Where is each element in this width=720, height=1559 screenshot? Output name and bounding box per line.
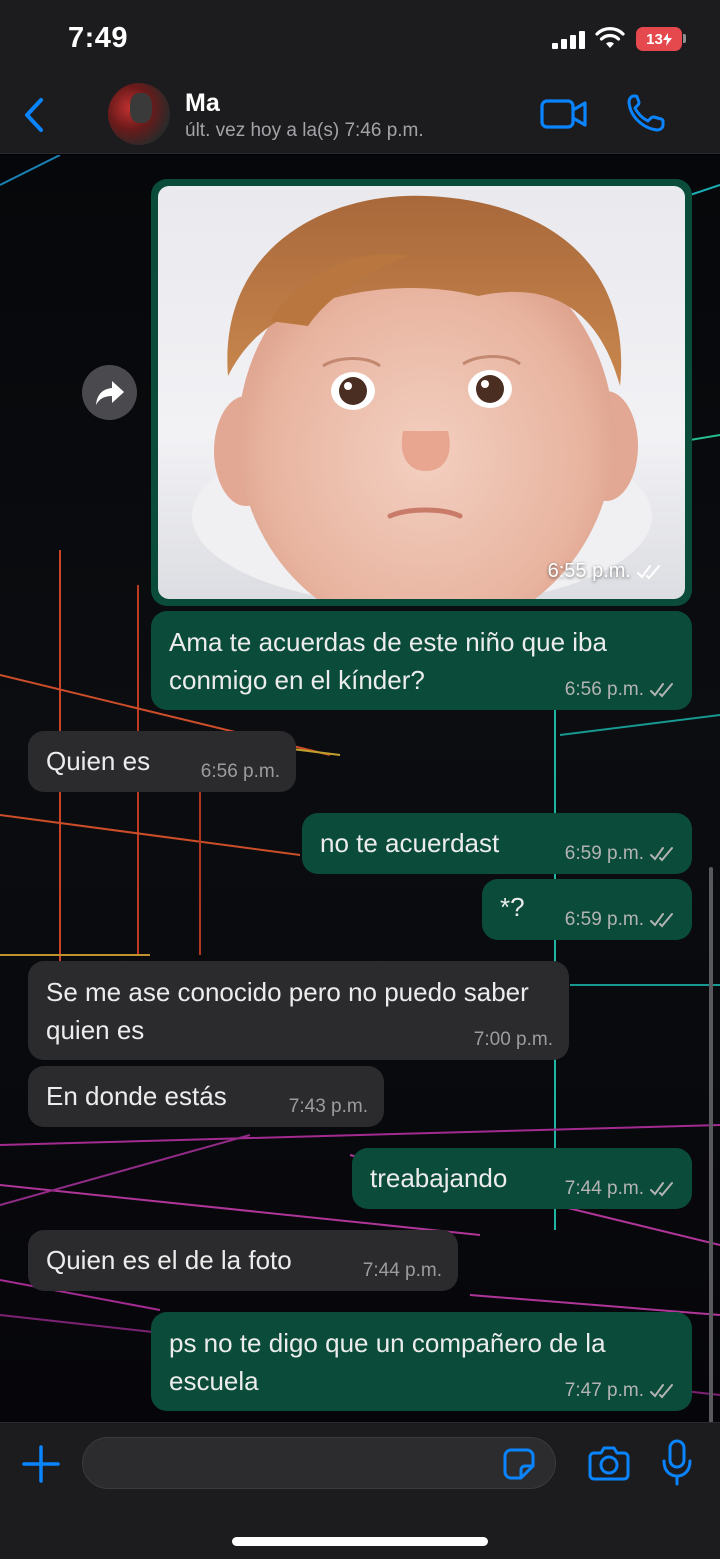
read-receipt-icon [650,913,673,928]
message-meta: 7:44 p.m. [565,1179,676,1199]
message-meta: 6:59 p.m. [565,844,676,864]
cellular-signal-icon [552,31,585,49]
message-time: 6:56 p.m. [564,679,644,700]
message-time: 7:43 p.m. [288,1096,368,1117]
message-meta: 7:43 p.m. [289,1097,368,1117]
message-meta: 7:00 p.m. [474,1030,553,1050]
read-receipt-icon [637,564,660,579]
microphone-button[interactable] [660,1439,694,1487]
camera-button[interactable] [588,1443,630,1483]
scrollbar[interactable] [709,867,713,1422]
video-camera-icon [540,99,587,129]
battery-level: 13 [646,30,663,48]
outgoing-message[interactable]: ps no te digo que un compañero de la esc… [151,1312,692,1411]
camera-icon [588,1446,630,1481]
message-meta: 7:47 p.m. [565,1381,676,1401]
message-time: 7:44 p.m. [362,1260,442,1281]
outgoing-message[interactable]: treabajando 7:44 p.m. [352,1148,692,1209]
message-time: 6:56 p.m. [200,761,280,782]
incoming-message[interactable]: En donde estás 7:43 p.m. [28,1066,384,1127]
video-call-button[interactable] [540,94,588,134]
phone-icon [627,94,665,132]
chat-area[interactable]: 6:55 p.m. Ama te acuerdas de este niño q… [0,155,720,1422]
chat-header: Ma últ. vez hoy a la(s) 7:46 p.m. [0,80,720,154]
read-receipt-icon [650,847,673,862]
battery-cap [683,34,686,43]
read-receipt-icon [650,1384,673,1399]
forward-button[interactable] [82,365,137,420]
chevron-left-icon [25,98,43,132]
message-time: 7:00 p.m. [473,1029,553,1050]
avatar[interactable] [108,83,170,145]
child-photo[interactable]: 6:55 p.m. [158,186,685,599]
message-input[interactable] [82,1437,556,1489]
message-text: Se me ase conocido pero no puedo saber q… [46,977,529,1045]
incoming-message[interactable]: Se me ase conocido pero no puedo saber q… [28,961,569,1060]
sticker-icon [503,1448,535,1480]
message-composer [0,1422,720,1559]
voice-call-button[interactable] [626,92,666,134]
contact-name[interactable]: Ma [185,89,220,118]
read-receipt-icon [650,1182,673,1197]
microphone-icon [662,1439,692,1486]
battery-indicator: 13 [636,27,682,51]
wifi-icon [595,27,625,48]
message-meta: 6:56 p.m. [565,680,676,700]
share-arrow-icon [95,380,124,405]
attach-button[interactable] [20,1443,62,1485]
outgoing-message[interactable]: no te acuerdast 6:59 p.m. [302,813,692,874]
image-message[interactable]: 6:55 p.m. [151,179,692,606]
outgoing-message[interactable]: Ama te acuerdas de este niño que iba con… [151,611,692,710]
home-indicator[interactable] [232,1537,488,1546]
message-time: 7:47 p.m. [564,1380,644,1401]
status-bar: 7:49 13 [0,0,720,80]
last-seen-status: últ. vez hoy a la(s) 7:46 p.m. [185,120,424,141]
incoming-message[interactable]: Quien es 6:56 p.m. [28,731,296,792]
status-time: 7:49 [68,22,129,54]
message-meta: 7:44 p.m. [363,1261,442,1281]
message-meta: 6:56 p.m. [201,762,280,782]
charging-bolt-icon [662,32,672,46]
incoming-message[interactable]: Quien es el de la foto 7:44 p.m. [28,1230,458,1291]
message-time: 7:44 p.m. [564,1178,644,1199]
message-meta: 6:59 p.m. [565,910,676,930]
portrait-illustration [192,195,652,599]
message-time: 6:59 p.m. [564,909,644,930]
sticker-button[interactable] [502,1447,536,1481]
plus-icon [22,1445,60,1483]
outgoing-message[interactable]: *? 6:59 p.m. [482,879,692,940]
image-timestamp: 6:55 p.m. [548,560,663,583]
back-button[interactable] [16,92,52,138]
read-receipt-icon [650,683,673,698]
message-time: 6:59 p.m. [564,843,644,864]
